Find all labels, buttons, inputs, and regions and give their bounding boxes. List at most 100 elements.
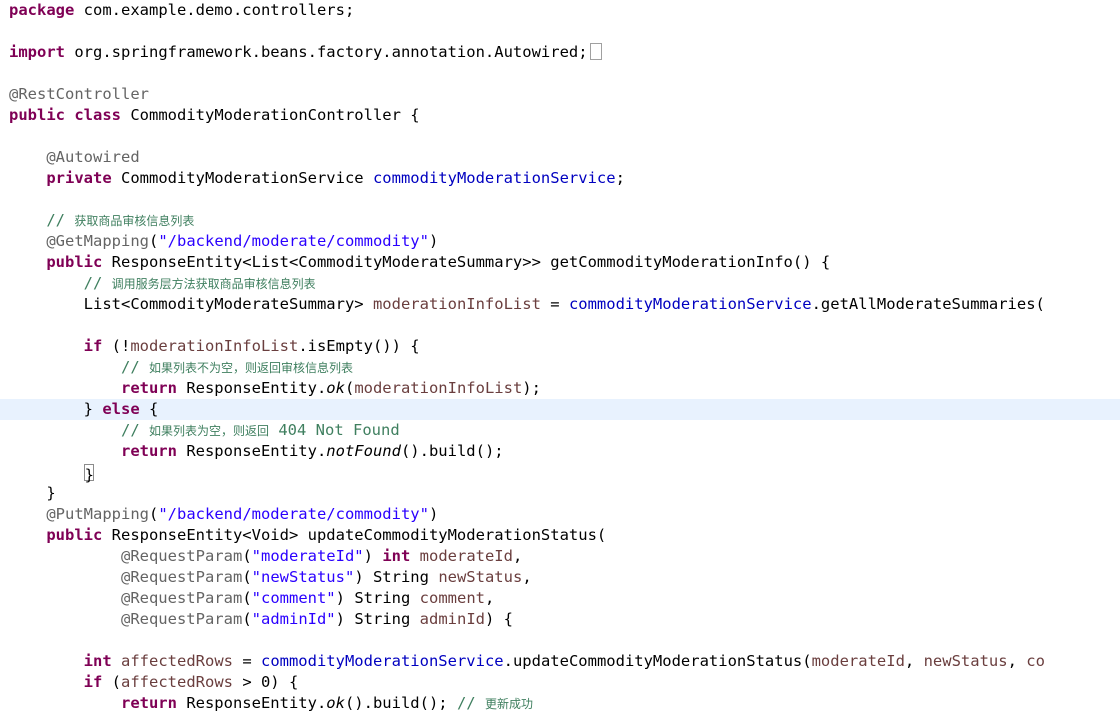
- keyword: else: [102, 400, 140, 418]
- keyword: if: [83, 337, 103, 355]
- code-line-put-mapping[interactable]: ⊖ @PutMapping("/backend/moderate/commodi…: [0, 504, 1120, 525]
- expression: > 0) {: [232, 673, 299, 691]
- annotation: @GetMapping: [46, 232, 149, 250]
- code-line-comment[interactable]: // 如果列表为空，则返回 404 Not Found: [0, 420, 1120, 441]
- code-line-list-assignment[interactable]: List<CommodityModerateSummary> moderatio…: [0, 294, 1120, 315]
- comment-marker: //: [120, 421, 149, 439]
- code-line-comment[interactable]: // 如果列表不为空，则返回审核信息列表: [0, 357, 1120, 378]
- import-path: org.springframework.beans.factory.annota…: [65, 43, 588, 61]
- comment-text: 如果列表为空，则返回: [148, 424, 269, 438]
- code-line-comment[interactable]: // 获取商品审核信息列表: [0, 210, 1120, 231]
- local-variable: moderationInfoList: [372, 295, 541, 313]
- parameter: newStatus: [438, 568, 523, 586]
- class-ref: ResponseEntity.: [176, 442, 327, 460]
- local-variable: moderationInfoList: [130, 337, 299, 355]
- annotation: @RestController: [9, 85, 149, 103]
- code-line-param[interactable]: @RequestParam("adminId") String adminId)…: [0, 609, 1120, 630]
- keyword: if: [83, 673, 103, 691]
- keyword: private: [46, 169, 112, 187]
- punct: (: [242, 547, 252, 565]
- code-line-field[interactable]: private CommodityModerationService commo…: [0, 168, 1120, 189]
- brace: }: [46, 484, 56, 502]
- punct: ): [428, 505, 439, 523]
- comment-marker: //: [120, 358, 149, 376]
- type-name: ) String: [335, 589, 420, 607]
- code-line-autowired[interactable]: ⊖ @Autowired: [0, 147, 1120, 168]
- code-line-method-signature[interactable]: public ResponseEntity<Void> updateCommod…: [0, 525, 1120, 546]
- parameter: moderateId: [419, 547, 513, 565]
- operator: =: [232, 652, 261, 670]
- code-line-affected-rows[interactable]: int affectedRows = commodityModerationSe…: [0, 651, 1120, 672]
- code-line-param[interactable]: @RequestParam("moderateId") int moderate…: [0, 546, 1120, 567]
- code-line-return-ok[interactable]: return ResponseEntity.ok().build(); // 更…: [0, 693, 1120, 714]
- method-call: .isEmpty()) {: [298, 337, 420, 355]
- code-line-if[interactable]: if (affectedRows > 0) {: [0, 672, 1120, 693]
- code-editor[interactable]: package com.example.demo.controllers; ⊕ …: [0, 0, 1120, 720]
- string-literal: "newStatus": [251, 568, 355, 586]
- punct: ,: [512, 547, 523, 565]
- folded-imports-box-icon[interactable]: [589, 43, 602, 60]
- keyword: import: [9, 43, 65, 61]
- punct: (: [242, 610, 252, 628]
- type-name: List<CommodityModerateSummary>: [83, 295, 373, 313]
- annotation: @PutMapping: [46, 505, 149, 523]
- string-literal: "comment": [251, 589, 336, 607]
- annotation: @Autowired: [46, 148, 140, 166]
- code-line-class-declaration[interactable]: public class CommodityModerationControll…: [0, 105, 1120, 126]
- static-method: notFound: [326, 442, 401, 460]
- keyword: public: [9, 106, 65, 124]
- keyword: return: [120, 442, 177, 460]
- type-name: ) String: [354, 568, 439, 586]
- code-line-get-mapping[interactable]: ⊖ @GetMapping("/backend/moderate/commodi…: [0, 231, 1120, 252]
- punct: (: [148, 505, 159, 523]
- punct: (: [148, 232, 159, 250]
- method-call: ().build();: [400, 442, 504, 460]
- punct: ) {: [484, 610, 513, 628]
- string-literal: "/backend/moderate/commodity": [158, 505, 429, 523]
- code-line-close-brace[interactable]: }: [0, 462, 1120, 483]
- code-line-if[interactable]: if (!moderationInfoList.isEmpty()) {: [0, 336, 1120, 357]
- local-variable: affectedRows: [121, 652, 233, 670]
- punct: ,: [904, 652, 924, 670]
- code-line-comment[interactable]: // 调用服务层方法获取商品审核信息列表: [0, 273, 1120, 294]
- code-line-close-brace[interactable]: }: [0, 483, 1120, 504]
- punct: ): [363, 547, 383, 565]
- comment-text: 404 Not Found: [269, 421, 400, 439]
- code-line-return-ok[interactable]: return ResponseEntity.ok(moderationInfoL…: [0, 378, 1120, 399]
- brace: {: [139, 400, 159, 418]
- code-line-param[interactable]: @RequestParam("newStatus") String newSta…: [0, 567, 1120, 588]
- comment-text: 获取商品审核信息列表: [74, 214, 195, 228]
- comment-text: 调用服务层方法获取商品审核信息列表: [111, 277, 316, 291]
- code-line-import[interactable]: ⊕ import org.springframework.beans.facto…: [0, 42, 1120, 63]
- operator: =: [540, 295, 569, 313]
- code-line-return-not-found[interactable]: return ResponseEntity.notFound().build()…: [0, 441, 1120, 462]
- punct: ,: [1007, 652, 1027, 670]
- code-line-else-current[interactable]: } else {: [0, 399, 1120, 420]
- code-line-annotation[interactable]: @RestController: [0, 84, 1120, 105]
- code-line-param[interactable]: @RequestParam("comment") String comment,: [0, 588, 1120, 609]
- matching-bracket-highlight: }: [83, 464, 94, 483]
- code-line-method-signature[interactable]: public ResponseEntity<List<CommodityMode…: [0, 252, 1120, 273]
- code-line-package[interactable]: package com.example.demo.controllers;: [0, 0, 1120, 21]
- comment-text: 如果列表不为空，则返回审核信息列表: [148, 361, 353, 375]
- field-name: commodityModerationService: [568, 295, 812, 313]
- punct: (: [344, 379, 355, 397]
